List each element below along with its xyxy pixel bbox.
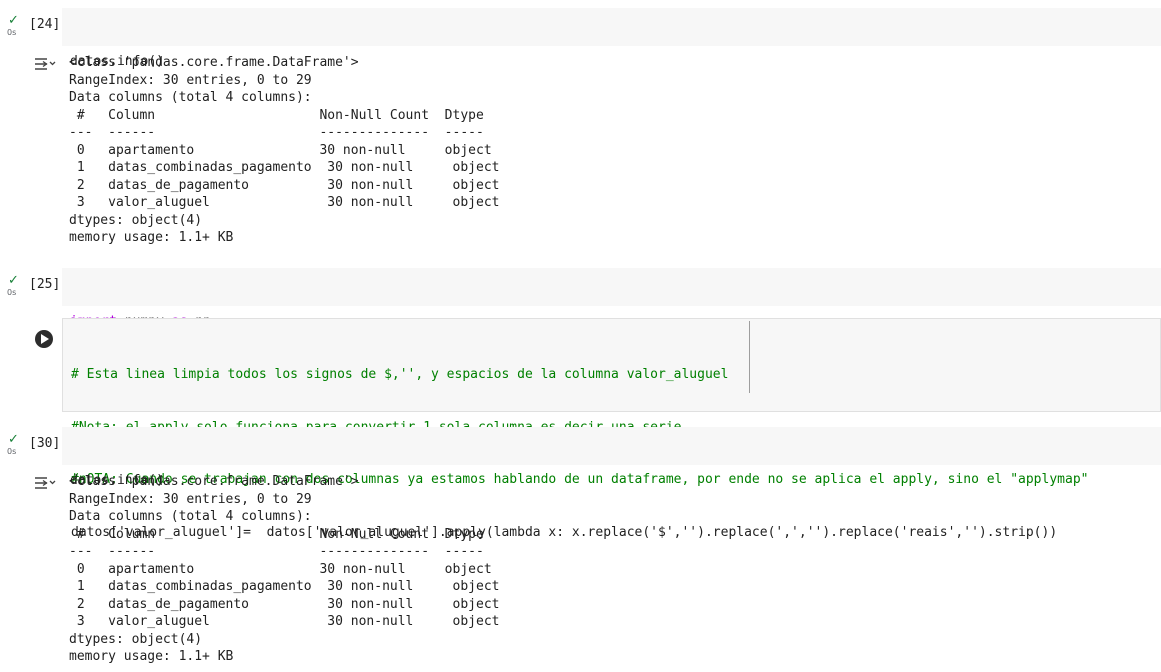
execution-duration: 0s — [7, 447, 17, 456]
code-cell-30[interactable]: ✓ 0s [30] datos.info() <class 'pandas.co… — [0, 427, 1161, 672]
run-cell-button[interactable] — [35, 330, 53, 348]
code-cell-unexecuted[interactable]: # Esta linea limpia todos los signos de … — [0, 318, 1161, 540]
cell-output: <class 'pandas.core.frame.DataFrame'> Ra… — [69, 55, 500, 245]
code-editor[interactable]: import numpy as np — [62, 268, 1161, 329]
execution-success-icon: ✓ — [8, 273, 19, 288]
execution-count: [25] — [29, 277, 61, 292]
code-cell-25[interactable]: ✓ 0s [25] import numpy as np — [0, 268, 1161, 329]
output-actions-icon[interactable] — [34, 56, 56, 72]
code-editor[interactable]: datos.info() — [62, 427, 1161, 488]
execution-duration: 0s — [7, 28, 17, 37]
execution-success-icon: ✓ — [8, 13, 19, 28]
execution-count: [24] — [29, 17, 61, 32]
execution-duration: 0s — [7, 288, 17, 297]
execution-count: [30] — [29, 436, 61, 451]
output-actions-icon[interactable] — [34, 475, 56, 491]
code-line-comment: # Esta linea limpia todos los signos de … — [71, 367, 729, 382]
cell-output: <class 'pandas.core.frame.DataFrame'> Ra… — [69, 474, 500, 664]
code-editor[interactable]: # Esta linea limpia todos los signos de … — [62, 318, 1161, 540]
code-cell-24[interactable]: ✓ 0s [24] datos.info() <class 'pandas.co… — [0, 8, 1161, 253]
text-cursor — [749, 321, 750, 393]
code-editor[interactable]: datos.info() — [62, 8, 1161, 69]
execution-success-icon: ✓ — [8, 432, 19, 447]
